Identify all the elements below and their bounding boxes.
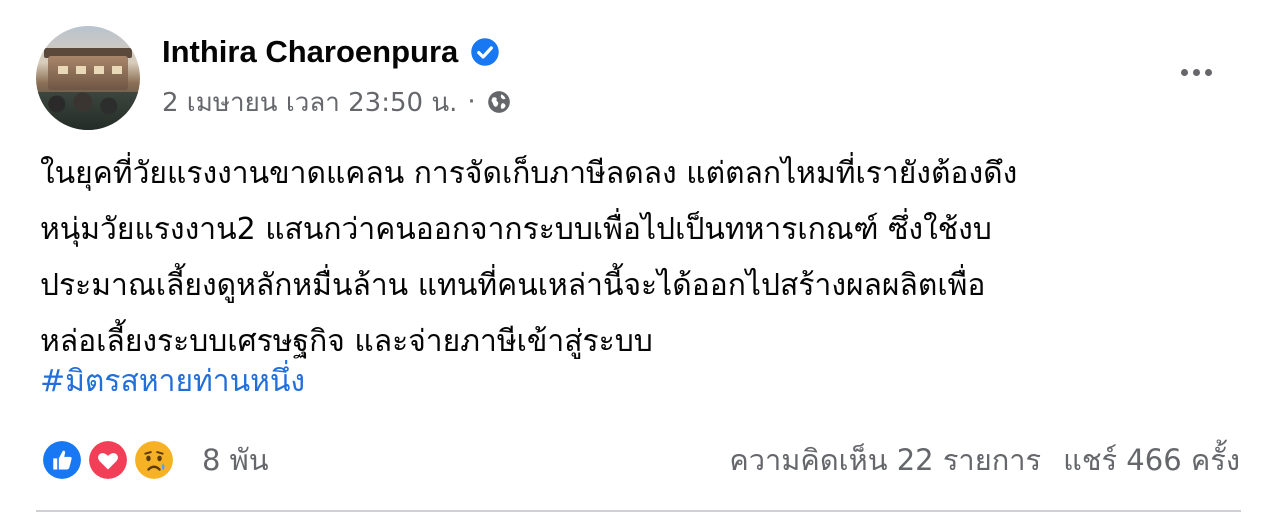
like-reaction-icon: [40, 438, 84, 482]
reaction-count[interactable]: 8 พัน: [202, 437, 269, 483]
post-body-line: ในยุคที่วัยแรงงานขาดแคลน การจัดเก็บภาษีล…: [40, 156, 1018, 191]
author-header: Inthira Charoenpura: [162, 30, 500, 74]
hashtag-link[interactable]: #มิตรสหายท่านหนึ่ง: [40, 354, 305, 410]
reactions-summary[interactable]: 8 พัน: [40, 438, 269, 482]
love-reaction-icon: [86, 438, 130, 482]
engagement-stats: ความคิดเห็น 22 รายการ แชร์ 466 ครั้ง: [729, 438, 1240, 482]
post-body: ในยุคที่วัยแรงงานขาดแคลน การจัดเก็บภาษีล…: [40, 146, 1250, 370]
sad-reaction-icon: [132, 438, 176, 482]
more-options-icon[interactable]: [1168, 54, 1224, 90]
author-avatar[interactable]: [36, 26, 140, 130]
verified-badge-icon: [470, 37, 500, 67]
post-timestamp[interactable]: 2 เมษายน เวลา 23:50 น.: [162, 82, 457, 123]
post-body-line: หนุ่มวัยแรงงาน2 แสนกว่าคนออกจากระบบเพื่อ…: [40, 212, 992, 247]
post-meta: 2 เมษายน เวลา 23:50 น. ·: [162, 82, 512, 122]
divider: [36, 510, 1241, 512]
author-name[interactable]: Inthira Charoenpura: [162, 34, 458, 70]
globe-icon[interactable]: [486, 89, 512, 115]
meta-separator: ·: [467, 87, 476, 117]
share-count[interactable]: แชร์ 466 ครั้ง: [1063, 437, 1240, 483]
reaction-icons: [40, 438, 186, 482]
facebook-post: Inthira Charoenpura 2 เมษายน เวลา 23:50 …: [0, 0, 1280, 518]
post-body-line: ประมาณเลี้ยงดูหลักหมื่นล้าน แทนที่คนเหล่…: [40, 268, 986, 303]
comment-count[interactable]: ความคิดเห็น 22 รายการ: [729, 437, 1041, 483]
